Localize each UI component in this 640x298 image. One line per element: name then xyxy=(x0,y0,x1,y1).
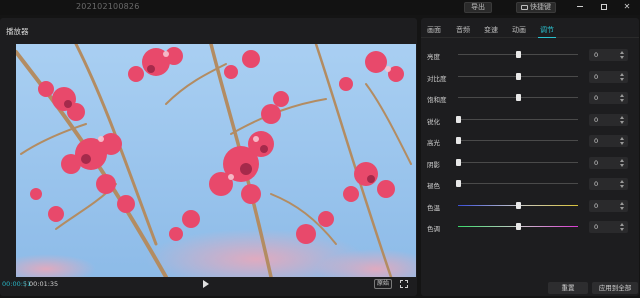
slider-label: 高光 xyxy=(427,139,440,147)
close-icon: ✕ xyxy=(623,2,631,11)
play-button[interactable] xyxy=(202,280,210,289)
slider-label: 锐化 xyxy=(427,117,440,126)
value-text: 0 xyxy=(594,180,599,188)
apply-to-all-button[interactable]: 应用到全部 xyxy=(592,282,638,294)
maximize-button[interactable] xyxy=(599,2,609,12)
stepper-arrows-icon[interactable] xyxy=(620,51,625,59)
stepper-arrows-icon[interactable] xyxy=(620,94,625,102)
fade-slider[interactable] xyxy=(456,180,578,187)
fullscreen-icon-corner xyxy=(400,285,403,288)
value-text: 0 xyxy=(594,158,599,167)
slider-row-sharpen: 锐化 0 xyxy=(421,113,639,126)
slider-handle[interactable] xyxy=(456,115,461,123)
stepper-arrows-icon[interactable] xyxy=(620,137,625,145)
fullscreen-icon xyxy=(400,280,403,283)
stepper-arrows-icon[interactable] xyxy=(620,115,625,124)
minimize-icon xyxy=(577,6,583,7)
blossom-video-frame xyxy=(16,44,416,277)
stepper-arrows-icon[interactable] xyxy=(620,223,625,231)
slider-row-contrast: 对比度 0 xyxy=(421,70,639,83)
sharpen-slider[interactable] xyxy=(456,115,578,123)
slider-row-shadow: 阴影 0 xyxy=(421,156,639,169)
tint-value-input[interactable]: 0 xyxy=(589,221,628,233)
slider-row-tint: 色调 0 xyxy=(421,221,639,233)
fullscreen-icon-corner xyxy=(405,285,408,288)
slider-label: 对比度 xyxy=(427,74,447,83)
value-text: 0 xyxy=(594,51,599,59)
fullscreen-button[interactable] xyxy=(400,280,408,288)
stepper-arrows-icon[interactable] xyxy=(620,72,625,81)
tab-speed[interactable]: 变速 xyxy=(484,25,498,35)
contrast-value-input[interactable]: 0 xyxy=(589,70,628,83)
property-tabs: 画面 音频 变速 动画 调节 xyxy=(421,18,639,38)
saturation-value-input[interactable]: 0 xyxy=(589,92,628,104)
value-text: 0 xyxy=(594,201,599,210)
tab-picture[interactable]: 画面 xyxy=(427,25,441,35)
current-time: 00:00:51 xyxy=(2,280,32,288)
fullscreen-icon-corner xyxy=(405,280,408,283)
slider-label: 阴影 xyxy=(427,160,440,169)
slider-label: 色调 xyxy=(427,225,440,233)
slider-label: 亮度 xyxy=(427,53,440,61)
slider-handle[interactable] xyxy=(516,201,521,209)
export-button[interactable]: 导出 xyxy=(464,2,492,13)
tab-audio[interactable]: 音频 xyxy=(456,25,470,35)
title-bar: 202102100826 导出 快捷键 ✕ xyxy=(0,0,640,15)
fade-value-input[interactable]: 0 xyxy=(589,178,628,190)
slider-handle[interactable] xyxy=(516,51,521,58)
slider-row-brightness: 亮度 0 xyxy=(421,49,639,61)
document-title: 202102100826 xyxy=(76,2,140,11)
stepper-arrows-icon[interactable] xyxy=(620,180,625,188)
slider-handle[interactable] xyxy=(456,158,461,166)
time-separator: | xyxy=(24,280,27,288)
slider-row-fade: 褪色 0 xyxy=(421,178,639,190)
value-text: 0 xyxy=(594,137,599,145)
slider-label: 褪色 xyxy=(427,182,440,190)
value-text: 0 xyxy=(594,223,599,231)
shadow-slider[interactable] xyxy=(456,158,578,166)
brightness-value-input[interactable]: 0 xyxy=(589,49,628,61)
keyboard-icon xyxy=(521,5,528,10)
slider-label: 饱和度 xyxy=(427,96,447,104)
player-title: 播放器 xyxy=(6,27,29,36)
close-button[interactable]: ✕ xyxy=(622,2,632,12)
saturation-slider[interactable] xyxy=(458,94,578,101)
value-text: 0 xyxy=(594,115,599,124)
highlight-slider[interactable] xyxy=(456,137,578,144)
shortcut-label: 快捷键 xyxy=(530,3,551,11)
video-preview[interactable] xyxy=(16,44,416,277)
slider-label: 色温 xyxy=(427,203,440,212)
temperature-value-input[interactable]: 0 xyxy=(589,199,628,212)
slider-row-highlight: 高光 0 xyxy=(421,135,639,147)
tint-slider[interactable] xyxy=(458,223,578,230)
reset-button[interactable]: 重置 xyxy=(548,282,588,294)
slider-handle[interactable] xyxy=(456,180,461,187)
highlight-value-input[interactable]: 0 xyxy=(589,135,628,147)
shadow-value-input[interactable]: 0 xyxy=(589,156,628,169)
slider-row-temperature: 色温 0 xyxy=(421,199,639,212)
sharpen-value-input[interactable]: 0 xyxy=(589,113,628,126)
player-panel: 播放器 00:00:51 | 00:01:35 原始 xyxy=(0,18,417,296)
slider-handle[interactable] xyxy=(456,137,461,144)
slider-handle[interactable] xyxy=(516,94,521,101)
contrast-slider[interactable] xyxy=(458,72,578,80)
value-text: 0 xyxy=(594,72,599,81)
tab-animation[interactable]: 动画 xyxy=(512,25,526,35)
tab-adjust[interactable]: 调节 xyxy=(540,25,554,35)
brightness-slider[interactable] xyxy=(458,51,578,58)
adjust-panel: 画面 音频 变速 动画 调节 亮度 0 对比度 0 饱和度 0 锐化 0 高光 0 阴影 0 褪色 0 色温… xyxy=(421,18,639,296)
slider-row-saturation: 饱和度 0 xyxy=(421,92,639,104)
total-time: 00:01:35 xyxy=(29,280,59,288)
slider-handle[interactable] xyxy=(516,223,521,230)
active-tab-indicator xyxy=(538,37,556,38)
value-text: 0 xyxy=(594,94,599,102)
slider-handle[interactable] xyxy=(516,72,521,80)
minimize-button[interactable] xyxy=(575,2,585,12)
stepper-arrows-icon[interactable] xyxy=(620,201,625,210)
maximize-icon xyxy=(601,3,607,10)
stepper-arrows-icon[interactable] xyxy=(620,158,625,167)
aspect-ratio-button[interactable]: 原始 xyxy=(374,279,393,289)
shortcut-button[interactable]: 快捷键 xyxy=(516,2,556,13)
temperature-slider[interactable] xyxy=(458,201,578,209)
